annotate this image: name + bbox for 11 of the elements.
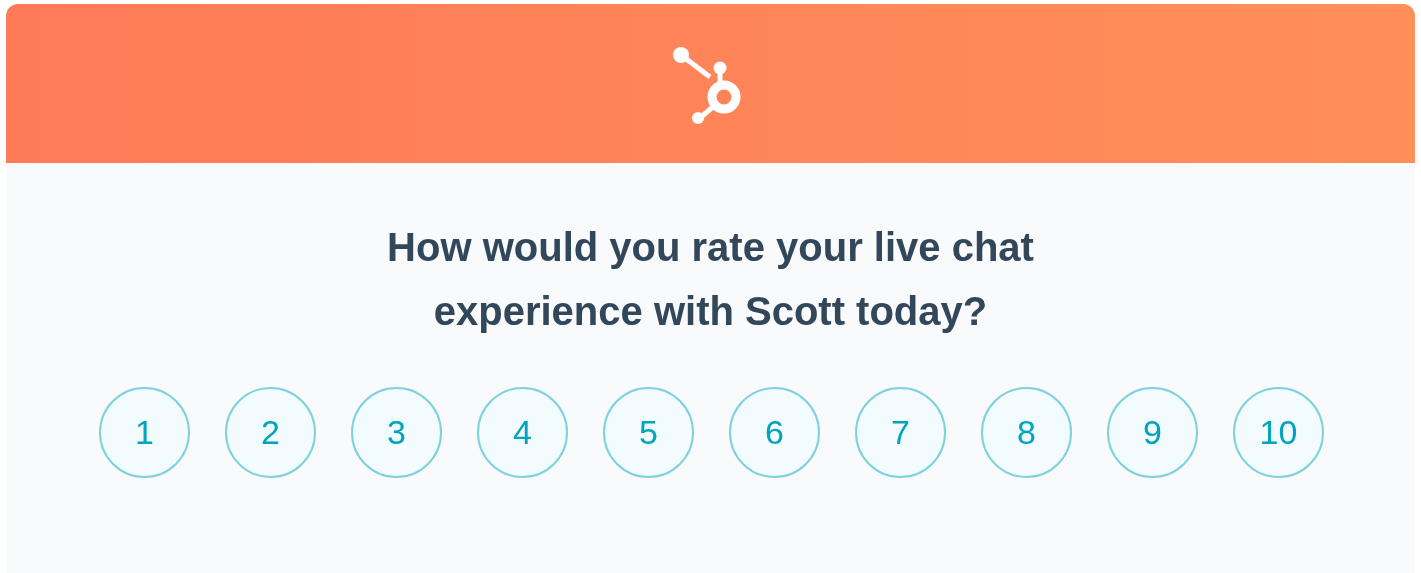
rating-option[interactable]: 1 — [99, 387, 190, 478]
survey-question: How would you rate your live chat experience with Scott today? — [386, 224, 1035, 335]
rating-option[interactable]: 9 — [1107, 387, 1198, 478]
rating-option[interactable]: 3 — [351, 387, 442, 478]
rating-option[interactable]: 5 — [603, 387, 694, 478]
rating-option[interactable]: 4 — [477, 387, 568, 478]
rating-option[interactable]: 7 — [855, 387, 946, 478]
rating-option[interactable]: 6 — [729, 387, 820, 478]
rating-option[interactable]: 2 — [225, 387, 316, 478]
rating-option[interactable]: 8 — [981, 387, 1072, 478]
rating-option[interactable]: 10 — [1233, 387, 1324, 478]
